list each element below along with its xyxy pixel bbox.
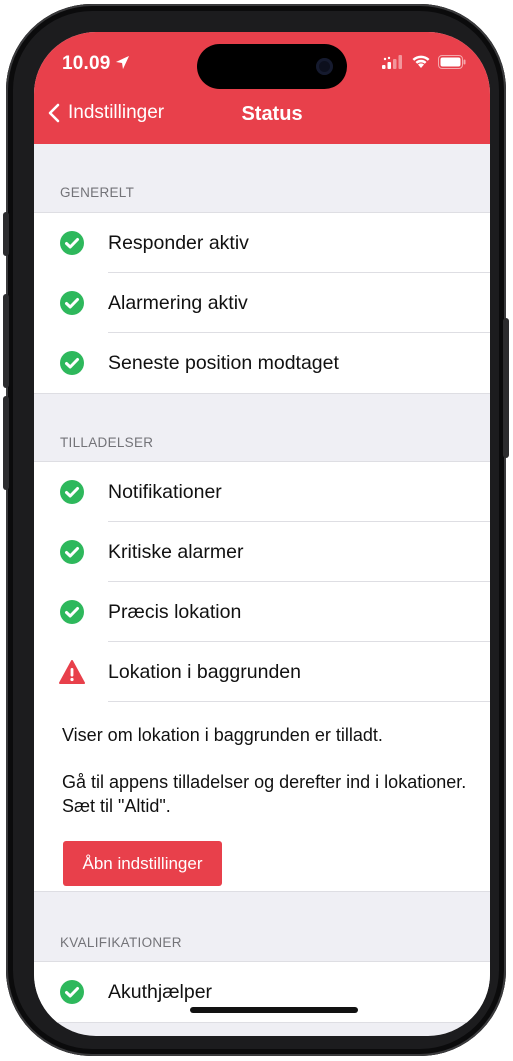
- status-bar-time: 10.09: [62, 53, 130, 75]
- navigation-bar: 10.09 Indstillinger Status: [34, 32, 490, 144]
- status-bar-icons: [382, 54, 466, 69]
- volume-up-button: [3, 294, 9, 388]
- warning-triangle-icon: [59, 660, 85, 684]
- checkmark-circle-icon: [60, 980, 84, 1004]
- row-separator: [108, 701, 490, 702]
- status-row-akuthjaelper: Akuthjælper: [34, 962, 490, 1022]
- status-label: Akuthjælper: [108, 980, 213, 1003]
- status-row-background-location: Lokation i baggrunden: [34, 642, 490, 702]
- status-row-alarmering: Alarmering aktiv: [34, 273, 490, 333]
- location-arrow-icon: [115, 55, 129, 70]
- status-row-precise-location: Præcis lokation: [34, 582, 490, 642]
- wifi-icon: [412, 55, 430, 68]
- section-header-qualifications: KVALIFIKATIONER: [60, 935, 182, 950]
- background-location-description: Viser om lokation i baggrunden er tillad…: [62, 725, 383, 745]
- status-label: Alarmering aktiv: [108, 291, 248, 314]
- app-screen: 10.09 Indstillinger Status GENERELT Resp…: [34, 32, 490, 1036]
- checkmark-circle-icon: [60, 480, 84, 504]
- permissions-group: Notifikationer Kritiske alarmer Præcis l…: [34, 461, 490, 892]
- back-button-label: Indstillinger: [68, 102, 165, 123]
- back-button[interactable]: Indstillinger: [48, 102, 164, 124]
- camera-icon: [316, 58, 333, 75]
- general-group: Responder aktiv Alarmering aktiv Seneste…: [34, 212, 490, 394]
- background-location-instruction: Gå til appens tilladelser og derefter in…: [62, 772, 467, 816]
- dynamic-island: [197, 44, 347, 89]
- page-title: Status: [241, 103, 303, 125]
- chevron-left-icon: [48, 103, 60, 123]
- checkmark-circle-icon: [60, 291, 84, 315]
- volume-down-button: [3, 396, 9, 490]
- cellular-signal-icon: [382, 54, 402, 69]
- battery-icon: [438, 54, 466, 69]
- status-label: Kritiske alarmer: [108, 540, 244, 563]
- status-label: Lokation i baggrunden: [108, 660, 301, 683]
- checkmark-circle-icon: [60, 351, 84, 375]
- status-row-notifications: Notifikationer: [34, 462, 490, 522]
- section-header-general: GENERELT: [60, 185, 135, 200]
- status-row-position: Seneste position modtaget: [34, 333, 490, 393]
- status-row-critical-alerts: Kritiske alarmer: [34, 522, 490, 582]
- phone-frame: 10.09 Indstillinger Status GENERELT Resp…: [3, 4, 509, 1056]
- status-label: Notifikationer: [108, 480, 222, 503]
- status-label: Responder aktiv: [108, 231, 249, 254]
- open-settings-button[interactable]: Åbn indstillinger: [63, 841, 222, 886]
- power-button: [503, 318, 509, 458]
- status-row-responder: Responder aktiv: [34, 213, 490, 273]
- checkmark-circle-icon: [60, 600, 84, 624]
- status-label: Præcis lokation: [108, 600, 242, 623]
- home-indicator[interactable]: [190, 1007, 358, 1013]
- silent-switch: [3, 212, 9, 256]
- checkmark-circle-icon: [60, 231, 84, 255]
- checkmark-circle-icon: [60, 540, 84, 564]
- section-header-permissions: TILLADELSER: [60, 435, 154, 450]
- status-label: Seneste position modtaget: [108, 351, 339, 374]
- qualifications-group: Akuthjælper: [34, 961, 490, 1023]
